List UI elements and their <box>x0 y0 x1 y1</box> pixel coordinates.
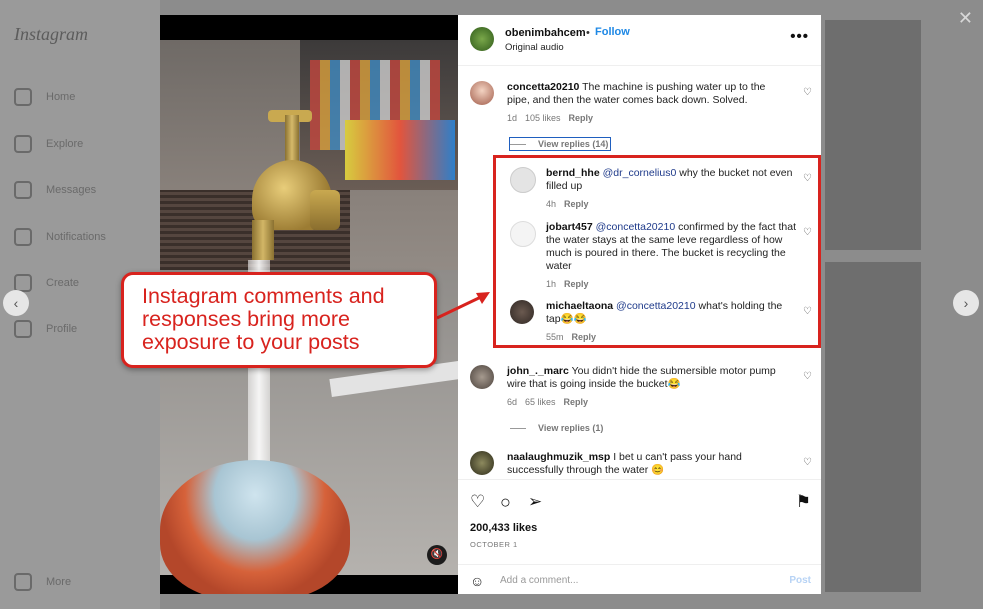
callout-text: Instagram comments and responses bring m… <box>142 284 385 354</box>
callout-box: Instagram comments and responses bring m… <box>121 272 437 368</box>
